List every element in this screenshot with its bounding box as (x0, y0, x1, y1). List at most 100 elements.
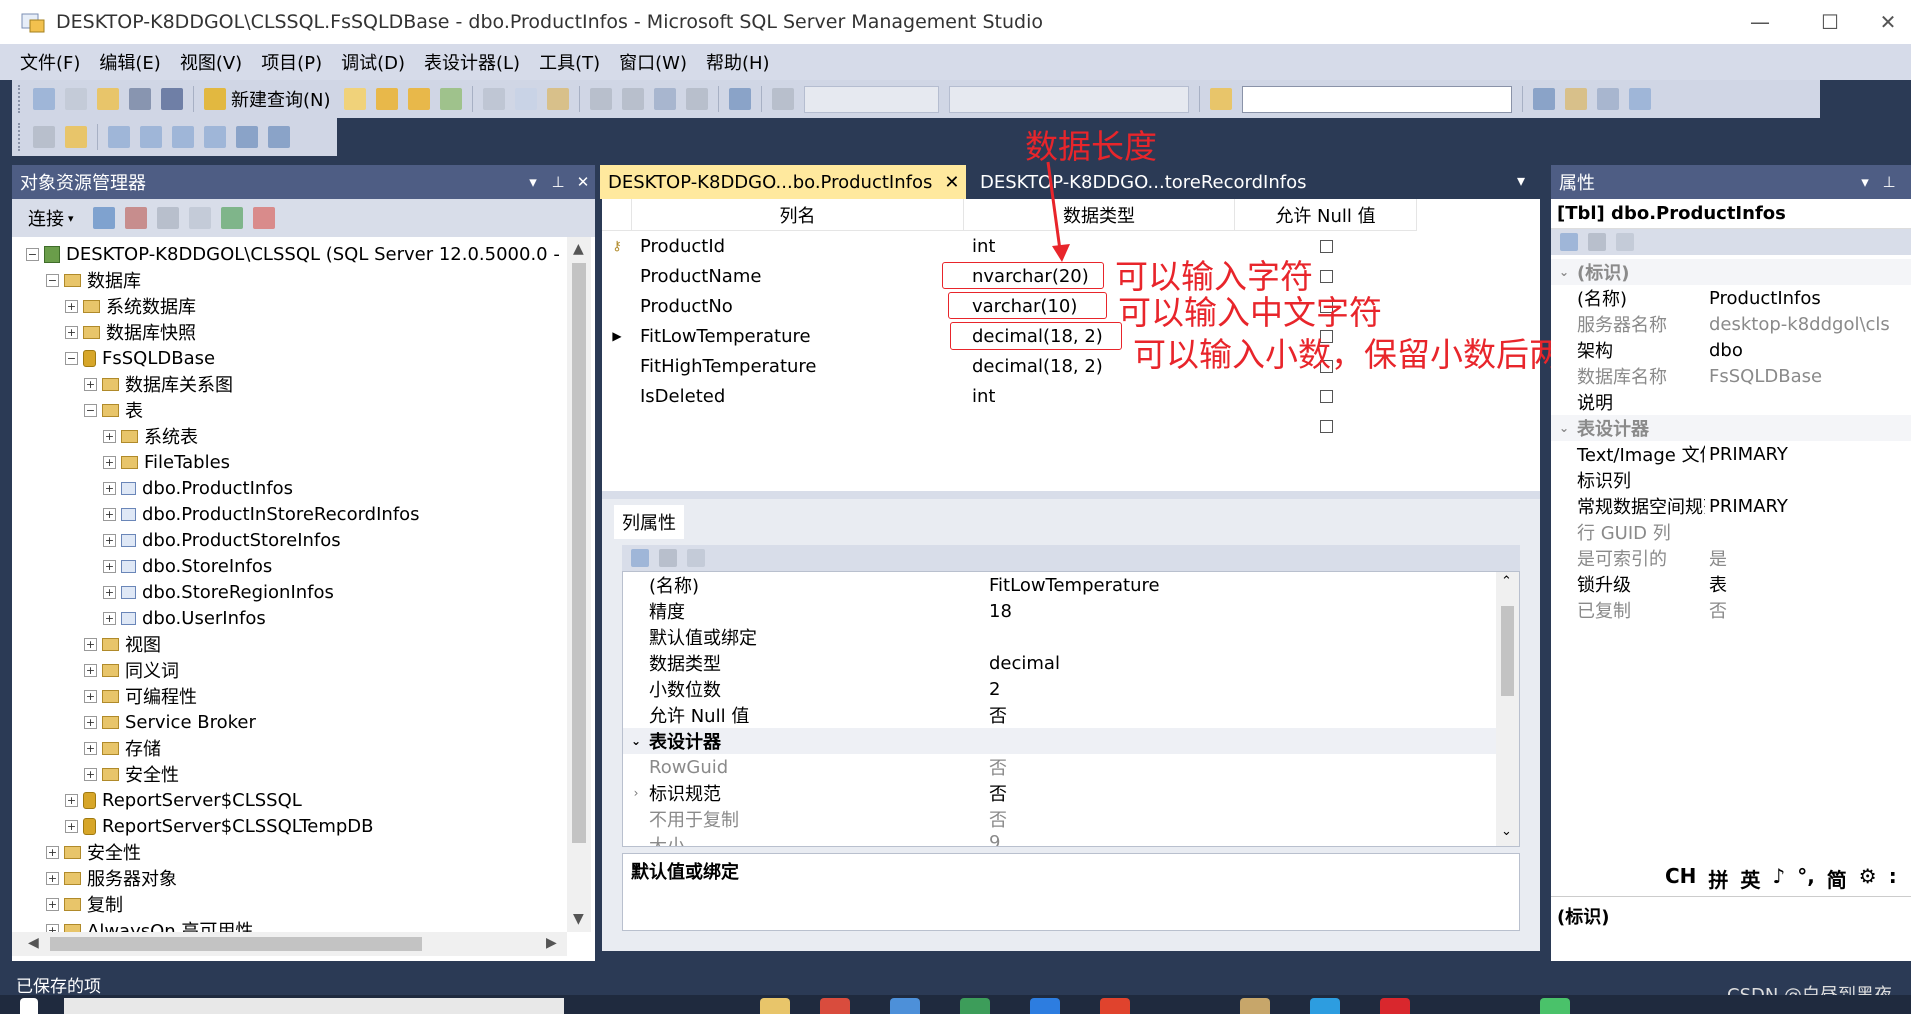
scroll-down-icon[interactable]: ⌄ (1501, 824, 1512, 839)
ime-simplified[interactable]: 简 (1827, 864, 1847, 893)
tab-overflow-icon[interactable]: ▾ (1517, 171, 1525, 190)
undo-icon[interactable] (589, 88, 612, 110)
panel-dropdown-icon[interactable]: ▾ (522, 165, 544, 199)
tree-node-diagrams[interactable]: + 数据库关系图 (84, 371, 233, 397)
categorized-icon[interactable] (1560, 233, 1578, 251)
add-item-icon[interactable] (65, 88, 87, 110)
tree-node-system-tables[interactable]: + 系统表 (103, 423, 198, 449)
column-name-cell[interactable]: ProductName (632, 266, 964, 287)
collapse-icon[interactable]: ⌄ (623, 734, 649, 748)
save-all-icon[interactable] (161, 88, 183, 110)
maximize-button[interactable]: ☐ (1795, 0, 1865, 44)
filter-icon[interactable] (188, 207, 211, 229)
tree-node-databases[interactable]: − 数据库 (46, 267, 141, 293)
column-name-cell[interactable]: FitLowTemperature (632, 326, 964, 347)
data-type-cell[interactable]: int (964, 386, 1235, 407)
close-window-button[interactable]: ✕ (1865, 0, 1911, 44)
calculator-icon[interactable] (890, 998, 920, 1014)
property-row[interactable]: 常规数据空间规范PRIMARY (1551, 493, 1911, 519)
scroll-thumb[interactable] (1501, 606, 1514, 696)
minimize-button[interactable]: — (1725, 0, 1795, 44)
property-category[interactable]: ⌄ 表设计器 (623, 728, 1498, 754)
properties-category-table-designer[interactable]: ⌄ 表设计器 (1551, 415, 1911, 441)
expand-icon[interactable]: › (623, 786, 649, 800)
tree-node-service-broker[interactable]: + Service Broker (84, 709, 256, 735)
menu-view[interactable]: 视图(V) (180, 49, 242, 75)
file-explorer-icon[interactable] (760, 998, 790, 1014)
tree-node-system-databases[interactable]: + 系统数据库 (65, 293, 196, 319)
alphabetical-icon[interactable] (1588, 233, 1606, 251)
property-value[interactable]: 18 (989, 601, 1012, 622)
app-icon[interactable] (960, 998, 990, 1014)
property-row[interactable]: 锁升级表 (1551, 571, 1911, 597)
analysis-xmla-query-icon[interactable] (439, 88, 462, 110)
close-tab-icon[interactable]: ✕ (944, 172, 959, 193)
property-row[interactable]: Text/Image 文件组PRIMARY (1551, 441, 1911, 467)
property-value[interactable]: 9 (989, 832, 1000, 846)
start-icon[interactable] (771, 88, 794, 110)
tree-node-server-objects[interactable]: + 服务器对象 (46, 865, 177, 891)
connect-dropdown-icon[interactable]: ▾ (68, 212, 74, 225)
property-row[interactable]: 服务器名称 desktop-k8ddgol\cls (1551, 311, 1911, 337)
tree-node-security[interactable]: + 安全性 (46, 839, 141, 865)
start-icon[interactable] (20, 998, 38, 1014)
new-query-button[interactable]: 新建查询(N) (231, 86, 331, 112)
menu-help[interactable]: 帮助(H) (706, 49, 770, 75)
options-icon[interactable] (1628, 88, 1651, 110)
scroll-thumb[interactable] (572, 263, 586, 843)
column-name-cell[interactable]: IsDeleted (632, 386, 964, 407)
pin-icon[interactable]: ⊥ (1878, 165, 1900, 199)
property-row[interactable]: 已复制否 (1551, 597, 1911, 623)
property-row[interactable]: 默认值或绑定 (623, 624, 1498, 650)
tree-node-userinfos[interactable]: + dbo.UserInfos (103, 605, 266, 631)
menu-file[interactable]: 文件(F) (20, 49, 80, 75)
property-row[interactable]: 小数位数 2 (623, 676, 1498, 702)
menu-tools[interactable]: 工具(T) (539, 49, 600, 75)
property-row[interactable]: › 标识规范否 (623, 780, 1498, 806)
ime-width[interactable]: °, (1797, 864, 1815, 893)
property-row[interactable]: (名称) FitLowTemperature (623, 572, 1498, 598)
generate-script-icon[interactable] (33, 126, 55, 148)
tree-node-reportserver[interactable]: + ReportServer$CLSSQL (65, 787, 302, 813)
scroll-up-icon[interactable]: ▲ (573, 241, 584, 257)
tree-node-synonyms[interactable]: + 同义词 (84, 657, 179, 683)
analysis-dmx-query-icon[interactable] (407, 88, 430, 110)
panel-dropdown-icon[interactable]: ▾ (1854, 165, 1876, 199)
navigate-forward-icon[interactable] (685, 88, 708, 110)
property-row[interactable]: 数据类型 decimal (623, 650, 1498, 676)
tree-node-storeinfos[interactable]: + dbo.StoreInfos (103, 553, 272, 579)
tree-node-fssqldbase[interactable]: − FsSQLDBase (65, 345, 215, 371)
scroll-right-icon[interactable]: ▶ (546, 935, 557, 951)
manage-fulltext-icon[interactable] (172, 126, 194, 148)
tree-node-database-snapshots[interactable]: + 数据库快照 (65, 319, 196, 345)
edge-icon[interactable] (1310, 998, 1340, 1014)
app-icon[interactable] (1240, 998, 1270, 1014)
menu-project[interactable]: 项目(P) (261, 49, 322, 75)
alphabetical-icon[interactable] (659, 549, 677, 567)
table-row-new[interactable] (602, 411, 1417, 441)
wechat-icon[interactable] (1540, 998, 1570, 1014)
solution-platform-dropdown[interactable] (948, 85, 1189, 113)
property-pages-icon[interactable] (687, 549, 705, 567)
hscroll-thumb[interactable] (50, 937, 422, 951)
new-query-icon[interactable] (204, 88, 226, 110)
property-value[interactable]: 2 (989, 679, 1000, 700)
manage-xml-indexes-icon[interactable] (204, 126, 226, 148)
column-name-cell[interactable]: ProductId (632, 236, 964, 257)
paste-icon[interactable] (546, 88, 569, 110)
connect-button[interactable]: 连接 (28, 205, 64, 231)
tree-node-replication[interactable]: + 复制 (46, 891, 123, 917)
scroll-left-icon[interactable]: ◀ (28, 935, 39, 951)
property-value[interactable]: FitLowTemperature (989, 575, 1160, 596)
categorized-icon[interactable] (631, 549, 649, 567)
tab-productinstorerecordinfos[interactable]: DESKTOP-K8DDGO...toreRecordInfos (972, 165, 1312, 199)
tree-node-productstoreinfos[interactable]: + dbo.ProductStoreInfos (103, 527, 341, 553)
ime-pinyin[interactable]: 拼 (1708, 864, 1728, 893)
collapse-icon[interactable]: ⌄ (1551, 265, 1577, 279)
property-row[interactable]: RowGuid 否 (623, 754, 1498, 780)
tree-node-productinstorerecordinfos[interactable]: + dbo.ProductInStoreRecordInfos (103, 501, 420, 527)
property-row[interactable]: 数据库名称 FsSQLDBase (1551, 363, 1911, 389)
allow-null-checkbox[interactable] (1319, 389, 1333, 403)
property-value[interactable]: 否 (989, 702, 1007, 728)
menu-window[interactable]: 窗口(W) (619, 49, 687, 75)
